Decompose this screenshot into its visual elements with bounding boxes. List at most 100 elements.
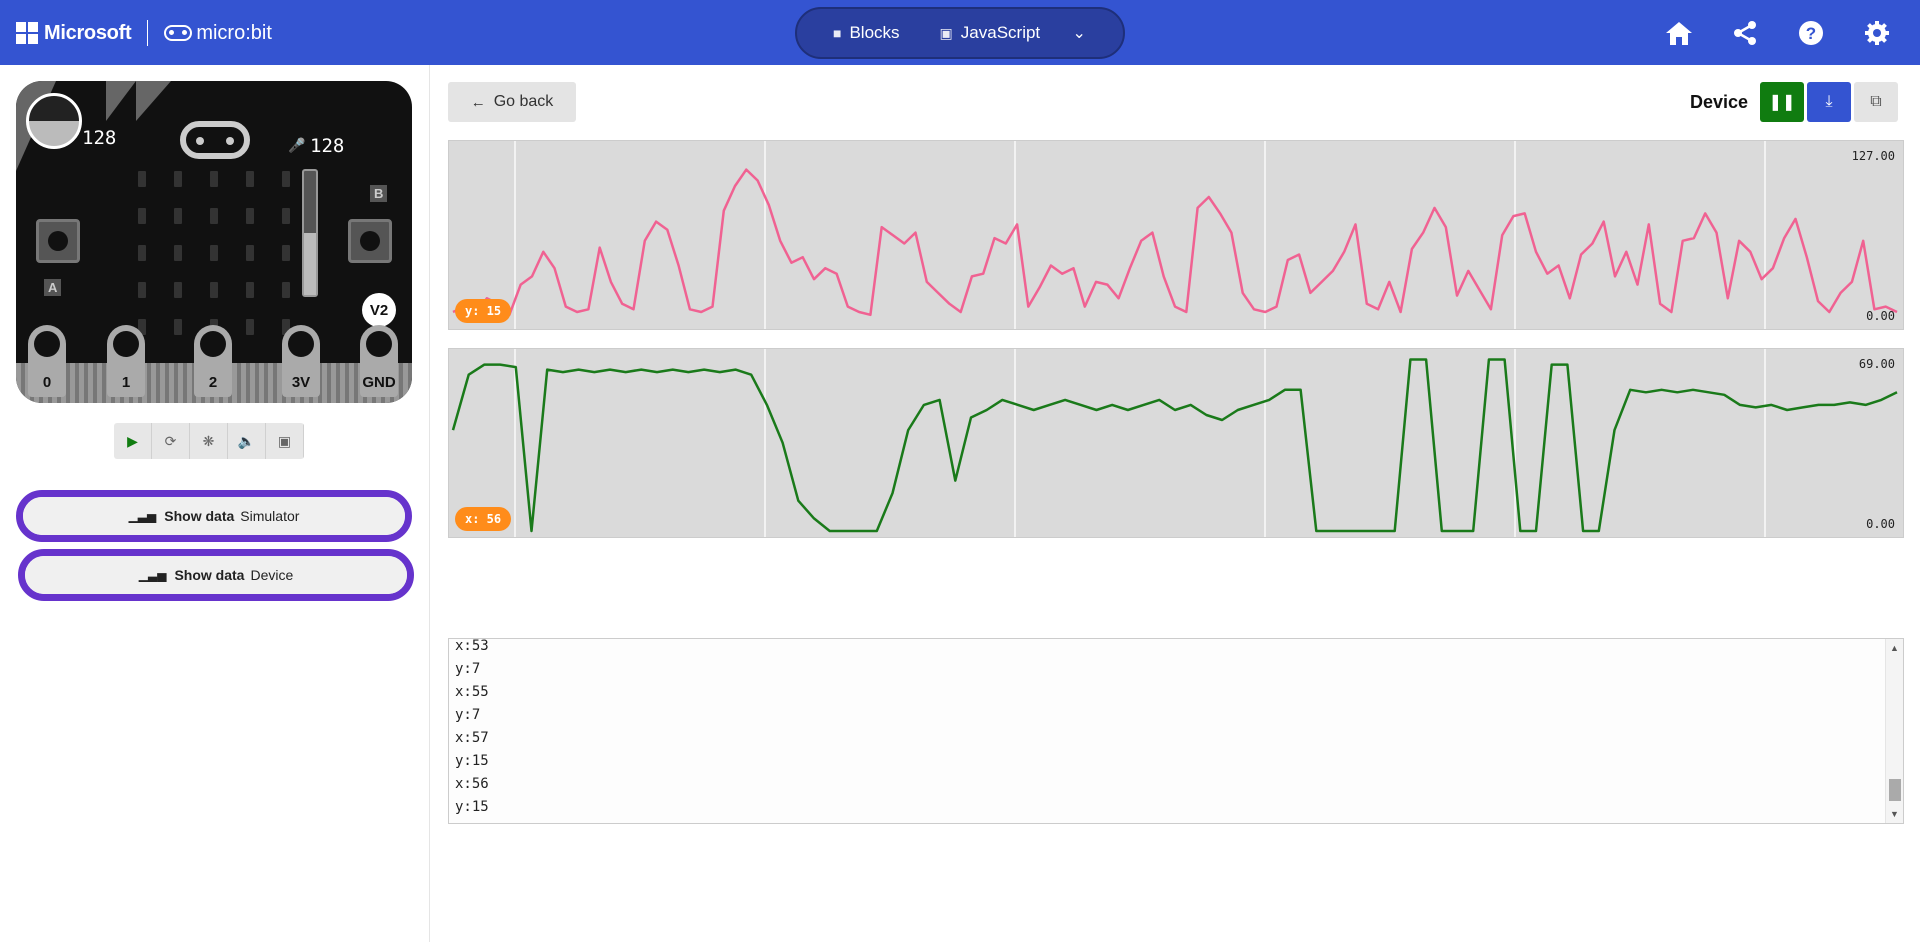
simulator-controls: ▶ ⟳ ❋ 🔈 ▣ bbox=[114, 423, 304, 459]
speaker-icon: 🔈 bbox=[237, 432, 256, 449]
light-level-value: 128 bbox=[82, 127, 117, 149]
bug-icon: ❋ bbox=[202, 432, 215, 449]
console-line: x:56 bbox=[455, 776, 489, 792]
version-label: V2 bbox=[369, 301, 389, 319]
led-column bbox=[246, 171, 254, 356]
share-icon bbox=[1734, 21, 1756, 45]
help-icon: ? bbox=[1799, 21, 1823, 45]
top-bar: Microsoft micro:bit ■ Blocks ▣ JavaScrip… bbox=[0, 0, 1920, 65]
sound-level-slider[interactable] bbox=[302, 169, 318, 297]
chart-max-label: 69.00 bbox=[1858, 357, 1895, 371]
tab-blocks[interactable]: ■ Blocks bbox=[813, 9, 920, 57]
microbit-logo-touch[interactable] bbox=[180, 121, 250, 159]
tab-javascript-label: JavaScript bbox=[960, 23, 1041, 42]
share-button[interactable] bbox=[1712, 12, 1778, 54]
pin-label: GND bbox=[362, 374, 396, 391]
brand[interactable]: Microsoft micro:bit bbox=[16, 18, 272, 48]
chart-max-label: 127.00 bbox=[1851, 149, 1895, 163]
button-b-label: B bbox=[370, 185, 388, 202]
fullscreen-icon: ▣ bbox=[277, 432, 292, 449]
home-button[interactable] bbox=[1646, 12, 1712, 54]
console-line: y:7 bbox=[455, 661, 481, 677]
console-line: x:53 bbox=[455, 638, 489, 654]
go-back-button[interactable]: ← Go back bbox=[448, 82, 576, 122]
pin-label: 0 bbox=[42, 374, 52, 391]
pin-2[interactable]: 2 bbox=[194, 325, 232, 397]
chart-x: 69.00 0.00 x: 56 bbox=[448, 348, 1904, 538]
mute-button[interactable]: 🔈 bbox=[228, 423, 266, 459]
console-line: y:15 bbox=[455, 799, 489, 815]
tab-blocks-label: Blocks bbox=[849, 23, 900, 42]
current-value-badge: x: 56 bbox=[455, 507, 512, 531]
serial-console[interactable]: x:53 y:7 x:55 y:7 x:57 y:15 x:56 y:15 ▲ ▼ bbox=[448, 638, 1904, 824]
show-data-simulator-button[interactable]: ▁▃▅ Show data Simulator bbox=[16, 490, 412, 542]
scroll-down-icon[interactable]: ▼ bbox=[1890, 809, 1899, 819]
pin-gnd[interactable]: GND bbox=[360, 325, 398, 397]
pause-button[interactable]: ❚❚ bbox=[1760, 82, 1804, 122]
microsoft-brand-text: Microsoft bbox=[44, 21, 132, 44]
show-data-label: Show data bbox=[174, 567, 245, 583]
header-actions: ? bbox=[1646, 12, 1910, 54]
microbit-simulator: 128 🎤 128 A B V2 0 1 2 3V GND bbox=[16, 81, 412, 403]
console-output: x:53 y:7 x:55 y:7 x:57 y:15 x:56 y:15 bbox=[455, 638, 489, 819]
show-data-sub: Device bbox=[250, 567, 294, 583]
settings-button[interactable] bbox=[1844, 12, 1910, 54]
button-a[interactable] bbox=[36, 219, 80, 263]
download-icon: ⤓ bbox=[1825, 93, 1833, 110]
svg-text:?: ? bbox=[1806, 24, 1816, 43]
fullscreen-button[interactable]: ▣ bbox=[266, 423, 304, 459]
console-line: y:15 bbox=[455, 753, 489, 769]
play-button[interactable]: ▶ bbox=[114, 423, 152, 459]
microphone-icon: 🎤 bbox=[288, 137, 306, 153]
show-data-label: Show data bbox=[164, 508, 235, 524]
simulator-sidebar: 128 🎤 128 A B V2 0 1 2 3V GND ▶ ⟳ ❋ 🔈 ▣ bbox=[0, 65, 430, 942]
arrow-left-icon: ← bbox=[470, 93, 486, 111]
go-back-label: Go back bbox=[493, 93, 554, 110]
javascript-icon: ▣ bbox=[939, 24, 953, 41]
pin-label: 2 bbox=[208, 374, 218, 391]
led-column bbox=[138, 171, 146, 356]
current-value-badge: y: 15 bbox=[455, 299, 512, 323]
sound-level-value: 128 bbox=[310, 135, 345, 157]
debug-button[interactable]: ❋ bbox=[190, 423, 228, 459]
chevron-down-icon[interactable]: ⌄ bbox=[1064, 23, 1094, 43]
brand-divider bbox=[147, 20, 149, 46]
bar-chart-icon: ▁▃▅ bbox=[138, 568, 167, 582]
restart-icon: ⟳ bbox=[164, 432, 177, 449]
show-data-device-button[interactable]: ▁▃▅ Show data Device bbox=[18, 549, 414, 601]
microsoft-logo-icon bbox=[16, 22, 38, 44]
show-data-sub: Simulator bbox=[240, 508, 300, 524]
copy-icon: ⧉ bbox=[1870, 93, 1882, 110]
console-scrollbar[interactable]: ▲ ▼ bbox=[1885, 639, 1903, 823]
microbit-logo-icon bbox=[164, 25, 193, 41]
scroll-thumb[interactable] bbox=[1889, 779, 1901, 801]
pin-0[interactable]: 0 bbox=[28, 325, 66, 397]
light-level-sensor[interactable] bbox=[26, 93, 82, 149]
pin-label: 1 bbox=[121, 374, 131, 391]
play-icon: ▶ bbox=[127, 432, 138, 449]
download-button[interactable]: ⤓ bbox=[1807, 82, 1851, 122]
console-line: y:7 bbox=[455, 707, 481, 723]
chart-x-plot bbox=[451, 349, 1898, 537]
led-column bbox=[174, 171, 182, 356]
device-label: Device bbox=[1690, 92, 1749, 112]
show-data-simulator-inner: ▁▃▅ Show data Simulator bbox=[23, 497, 405, 535]
console-line: x:57 bbox=[455, 730, 489, 746]
restart-button[interactable]: ⟳ bbox=[152, 423, 190, 459]
series-line-y bbox=[452, 168, 1898, 317]
help-button[interactable]: ? bbox=[1778, 12, 1844, 54]
scroll-up-icon[interactable]: ▲ bbox=[1890, 643, 1899, 653]
copy-button[interactable]: ⧉ bbox=[1854, 82, 1898, 122]
pin-3v[interactable]: 3V bbox=[282, 325, 320, 397]
tab-javascript[interactable]: ▣ JavaScript bbox=[920, 9, 1061, 57]
button-b[interactable] bbox=[348, 219, 392, 263]
microbit-brand-text: micro:bit bbox=[196, 21, 272, 44]
chart-y-plot bbox=[452, 141, 1898, 329]
pause-icon: ❚❚ bbox=[1768, 94, 1796, 111]
series-line-x bbox=[451, 358, 1898, 533]
home-icon bbox=[1666, 22, 1692, 45]
button-a-label: A bbox=[44, 279, 62, 296]
pin-1[interactable]: 1 bbox=[107, 325, 145, 397]
bar-chart-icon: ▁▃▅ bbox=[128, 509, 157, 523]
show-data-device-inner: ▁▃▅ Show data Device bbox=[25, 556, 407, 594]
